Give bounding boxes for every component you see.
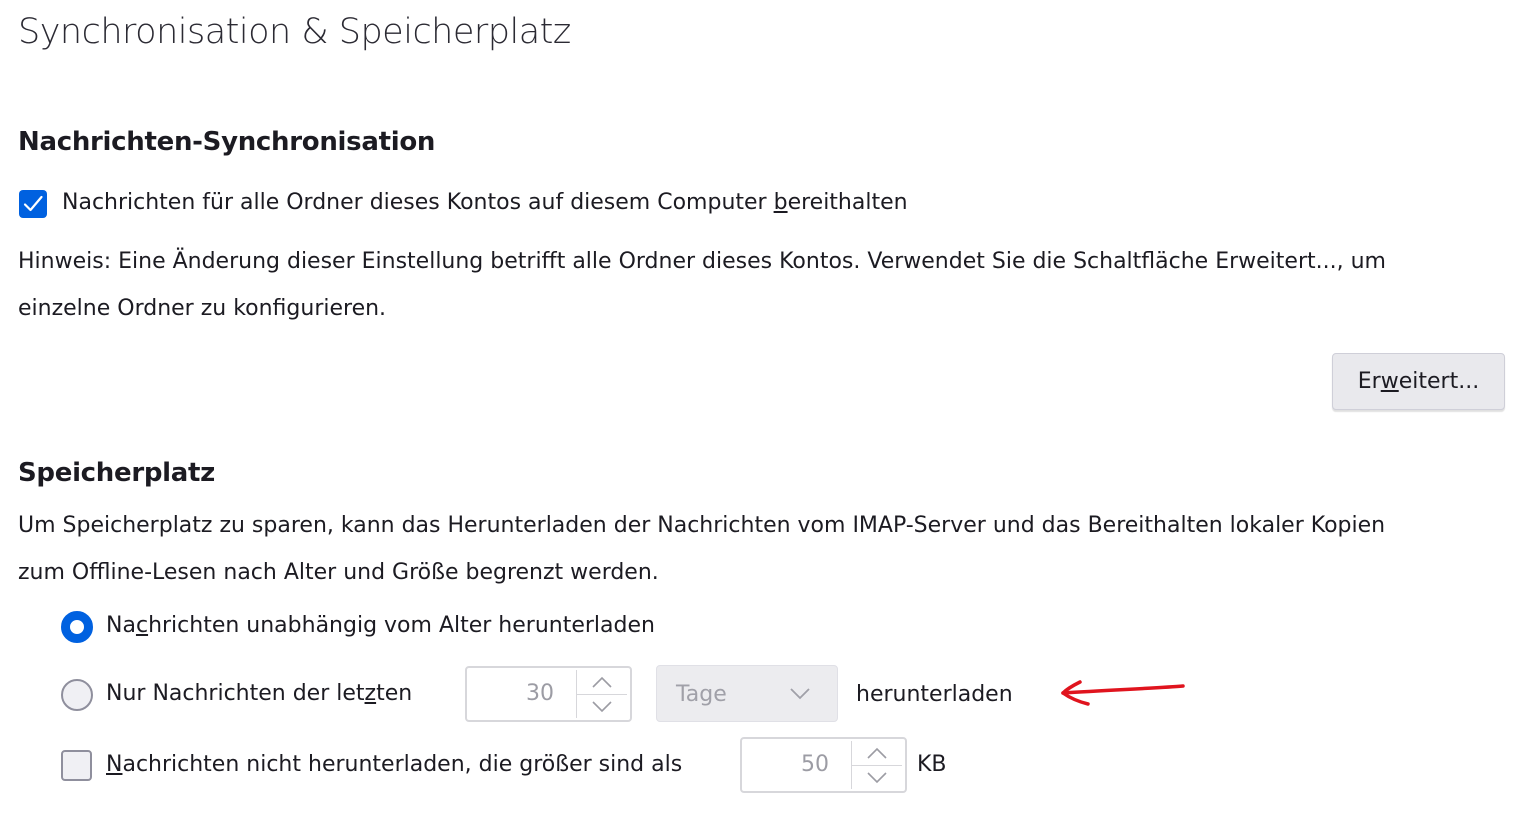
- dropdown-chevron-icon: [790, 688, 810, 700]
- age-unit-select[interactable]: Tage: [656, 665, 838, 722]
- age-days-stepper: [576, 670, 627, 718]
- download-recent-label-text-end: ten: [376, 681, 413, 706]
- download-recent-radio[interactable]: [61, 679, 93, 711]
- keep-messages-label-text-end: ereithalten: [787, 190, 908, 215]
- keep-messages-accesskey: b: [773, 190, 788, 215]
- download-recent-label[interactable]: Nur Nachrichten der letzten: [106, 681, 412, 706]
- chevron-down-icon: [867, 772, 887, 784]
- sync-hint-line1: Hinweis: Eine Änderung dieser Einstellun…: [18, 249, 1386, 274]
- checkmark-icon: [23, 195, 43, 212]
- size-decrement-button[interactable]: [852, 765, 902, 789]
- download-recent-label-text: Nur Nachrichten der let: [106, 681, 365, 706]
- size-limit-checkbox[interactable]: [61, 750, 92, 781]
- age-increment-button[interactable]: [577, 670, 627, 695]
- download-all-label[interactable]: Nachrichten unabhängig vom Alter herunte…: [106, 613, 655, 638]
- sync-hint-line2: einzelne Ordner zu konfigurieren.: [18, 296, 387, 321]
- advanced-button-text: Er: [1357, 369, 1381, 394]
- keep-messages-label[interactable]: Nachrichten für alle Ordner dieses Konto…: [62, 190, 908, 215]
- download-all-label-text: Na: [106, 613, 136, 638]
- age-unit-value: Tage: [676, 682, 727, 707]
- size-limit-accesskey: N: [106, 752, 123, 777]
- page-title: Synchronisation & Speicherplatz: [18, 12, 571, 52]
- age-days-spinner[interactable]: 30: [465, 666, 632, 722]
- storage-description-line1: Um Speicherplatz zu sparen, kann das Her…: [18, 513, 1386, 538]
- download-all-radio[interactable]: [61, 611, 93, 643]
- chevron-up-icon: [867, 747, 887, 759]
- sync-section-heading: Nachrichten-Synchronisation: [18, 127, 436, 157]
- chevron-up-icon: [592, 676, 612, 688]
- download-recent-accesskey: z: [364, 681, 377, 706]
- annotation-arrow-icon: [1061, 680, 1185, 706]
- size-limit-stepper: [851, 741, 902, 789]
- download-all-label-text-end: hrichten unabhängig vom Alter herunterla…: [148, 613, 655, 638]
- age-decrement-button[interactable]: [577, 694, 627, 718]
- chevron-down-icon: [592, 701, 612, 713]
- keep-messages-label-text: Nachrichten für alle Ordner dieses Konto…: [62, 190, 774, 215]
- storage-description-line2: zum Offline-Lesen nach Alter und Größe b…: [18, 560, 659, 585]
- advanced-button[interactable]: Erweitert...: [1332, 353, 1505, 410]
- size-limit-value: 50: [801, 752, 829, 777]
- size-limit-spinner[interactable]: 50: [740, 737, 907, 793]
- size-limit-unit: KB: [917, 752, 947, 777]
- annotation-arrow-shaft: [1061, 684, 1185, 695]
- download-all-accesskey: c: [135, 613, 149, 638]
- storage-section-heading: Speicherplatz: [18, 458, 215, 488]
- advanced-button-text-end: eitert...: [1398, 369, 1480, 394]
- advanced-button-accesskey: w: [1380, 369, 1399, 394]
- size-limit-label-text: achrichten nicht herunterladen, die größ…: [122, 752, 683, 777]
- size-limit-label[interactable]: Nachrichten nicht herunterladen, die grö…: [106, 752, 682, 777]
- size-increment-button[interactable]: [852, 741, 902, 766]
- keep-messages-checkbox[interactable]: [19, 190, 47, 218]
- download-recent-suffix: herunterladen: [856, 682, 1013, 707]
- age-days-value: 30: [526, 681, 554, 706]
